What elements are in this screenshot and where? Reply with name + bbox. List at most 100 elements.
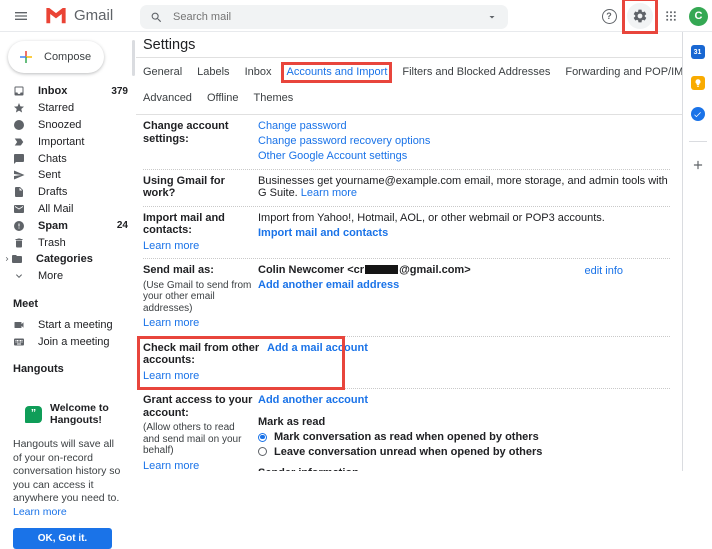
hamburger-menu-icon[interactable] bbox=[13, 8, 29, 24]
spam-count: 24 bbox=[117, 220, 128, 231]
search-input[interactable] bbox=[173, 11, 486, 23]
sidebar-item-starred[interactable]: Starred bbox=[0, 100, 136, 117]
work-learn-more-link[interactable]: Learn more bbox=[301, 187, 357, 199]
sidebar-item-snoozed[interactable]: Snoozed bbox=[0, 117, 136, 134]
tab-general[interactable]: General bbox=[143, 66, 182, 82]
row-note: (Use Gmail to send from your other email… bbox=[143, 280, 254, 315]
gmail-logo[interactable]: Gmail bbox=[45, 7, 113, 24]
tab-labels[interactable]: Labels bbox=[197, 66, 229, 82]
import-mail-contacts-link[interactable]: Import mail and contacts bbox=[258, 227, 388, 239]
sidebar-item-chats[interactable]: Chats bbox=[0, 150, 136, 167]
hangouts-welcome-body: Hangouts will save all of your on-record… bbox=[13, 438, 124, 519]
sidebar-item-label: Chats bbox=[38, 153, 67, 165]
redacted-email-box bbox=[365, 265, 398, 274]
meet-section-title: Meet bbox=[0, 285, 136, 317]
settings-row-import: Import mail and contacts: Learn more Imp… bbox=[143, 207, 670, 260]
hangouts-welcome-title: Welcome to Hangouts! bbox=[50, 402, 124, 426]
sidebar-item-join-meeting[interactable]: Join a meeting bbox=[0, 333, 136, 350]
tasks-icon[interactable] bbox=[691, 107, 705, 121]
sidebar-item-sent[interactable]: Sent bbox=[0, 167, 136, 184]
tab-themes[interactable]: Themes bbox=[254, 92, 294, 104]
settings-row-change-account: Change account settings: Change password… bbox=[143, 115, 670, 170]
tab-offline[interactable]: Offline bbox=[207, 92, 239, 104]
keep-icon[interactable] bbox=[691, 76, 705, 90]
sidebar-item-start-meeting[interactable]: Start a meeting bbox=[0, 317, 136, 334]
tab-filters[interactable]: Filters and Blocked Addresses bbox=[402, 66, 550, 82]
google-apps-button[interactable] bbox=[659, 4, 683, 28]
video-camera-icon bbox=[13, 319, 25, 331]
settings-table: Change account settings: Change password… bbox=[136, 115, 682, 471]
import-text: Import from Yahoo!, Hotmail, AOL, or oth… bbox=[258, 212, 605, 224]
sidebar-item-label: Categories bbox=[36, 253, 93, 265]
settings-button[interactable] bbox=[627, 3, 653, 29]
tab-advanced[interactable]: Advanced bbox=[143, 92, 192, 104]
row-label: Change account settings: bbox=[143, 120, 254, 145]
add-another-email-link[interactable]: Add another email address bbox=[258, 279, 399, 291]
get-addons-plus-icon[interactable] bbox=[691, 158, 705, 172]
tab-accounts-and-import[interactable]: Accounts and Import bbox=[286, 66, 387, 82]
search-bar[interactable] bbox=[140, 5, 508, 29]
hangouts-ok-button[interactable]: OK, Got it. bbox=[13, 528, 112, 549]
clock-icon bbox=[13, 119, 25, 131]
inbox-icon bbox=[13, 85, 25, 97]
identity-post: @gmail.com> bbox=[399, 264, 471, 276]
sidebar-scrollbar[interactable] bbox=[132, 40, 135, 76]
sidebar-item-categories[interactable]: Categories bbox=[0, 251, 136, 268]
important-label-icon bbox=[13, 136, 25, 148]
sender-information-title: Sender information bbox=[258, 467, 670, 471]
sidebar-item-label: Start a meeting bbox=[38, 319, 113, 331]
row-label: Using Gmail for work? bbox=[143, 175, 254, 200]
send-mail-as-learn-more-link[interactable]: Learn more bbox=[143, 317, 199, 330]
settings-gear-icon bbox=[632, 8, 648, 24]
chevron-down-icon bbox=[13, 270, 25, 282]
check-mail-learn-more-link[interactable]: Learn more bbox=[143, 370, 199, 383]
change-password-link[interactable]: Change password bbox=[258, 120, 347, 132]
change-password-recovery-link[interactable]: Change password recovery options bbox=[258, 135, 430, 147]
sidebar-item-label: Trash bbox=[38, 237, 66, 249]
radio-mark-read[interactable] bbox=[258, 433, 267, 442]
sidebar-item-more[interactable]: More bbox=[0, 268, 136, 285]
inbox-count: 379 bbox=[111, 86, 128, 97]
hangouts-body-text: Hangouts will save all of your on-record… bbox=[13, 438, 120, 504]
settings-row-send-mail-as: Send mail as: (Use Gmail to send from yo… bbox=[143, 259, 670, 337]
tab-label: Accounts and Import bbox=[286, 66, 387, 78]
left-sidebar: Compose Inbox 379 Starred Snoozed Import… bbox=[0, 32, 136, 471]
row-label: Grant access to your account: bbox=[143, 394, 254, 419]
sidebar-item-drafts[interactable]: Drafts bbox=[0, 184, 136, 201]
sidebar-item-spam[interactable]: Spam 24 bbox=[0, 217, 136, 234]
import-learn-more-link[interactable]: Learn more bbox=[143, 240, 199, 253]
star-icon bbox=[13, 102, 25, 114]
hangouts-section-title: Hangouts bbox=[0, 350, 136, 382]
grant-access-learn-more-link[interactable]: Learn more bbox=[143, 460, 199, 472]
sidebar-item-inbox[interactable]: Inbox 379 bbox=[0, 83, 136, 100]
tab-inbox[interactable]: Inbox bbox=[245, 66, 272, 82]
sidebar-item-important[interactable]: Important bbox=[0, 133, 136, 150]
right-side-panel: 31 bbox=[682, 32, 712, 471]
help-icon: ? bbox=[602, 9, 617, 24]
hangouts-learn-more-link[interactable]: Learn more bbox=[13, 506, 67, 518]
expand-chevron-icon[interactable] bbox=[3, 255, 11, 263]
chat-icon bbox=[13, 153, 25, 165]
settings-title-bar: Settings bbox=[136, 32, 682, 58]
tab-forwarding[interactable]: Forwarding and POP/IMAP bbox=[565, 66, 682, 82]
compose-button[interactable]: Compose bbox=[8, 41, 104, 73]
help-button[interactable]: ? bbox=[597, 4, 621, 28]
compose-label: Compose bbox=[44, 51, 91, 63]
account-avatar[interactable]: C bbox=[689, 7, 708, 26]
other-google-account-settings-link[interactable]: Other Google Account settings bbox=[258, 150, 407, 162]
add-another-account-link[interactable]: Add another account bbox=[258, 394, 368, 406]
edit-info-link[interactable]: edit info bbox=[584, 265, 623, 278]
calendar-icon[interactable]: 31 bbox=[691, 45, 705, 59]
sidebar-item-label: Join a meeting bbox=[38, 336, 110, 348]
trash-icon bbox=[13, 237, 25, 249]
sidebar-item-trash[interactable]: Trash bbox=[0, 234, 136, 251]
search-icon bbox=[150, 11, 163, 24]
send-icon bbox=[13, 169, 25, 181]
add-mail-account-link[interactable]: Add a mail account bbox=[267, 342, 368, 354]
gmail-wordmark: Gmail bbox=[74, 7, 113, 24]
settings-row-check-mail: Check mail from other accounts: Learn mo… bbox=[143, 337, 670, 390]
radio-leave-unread[interactable] bbox=[258, 447, 267, 456]
sidebar-item-label: Inbox bbox=[38, 85, 67, 97]
sidebar-item-all-mail[interactable]: All Mail bbox=[0, 201, 136, 218]
search-options-caret-icon[interactable] bbox=[486, 11, 498, 23]
